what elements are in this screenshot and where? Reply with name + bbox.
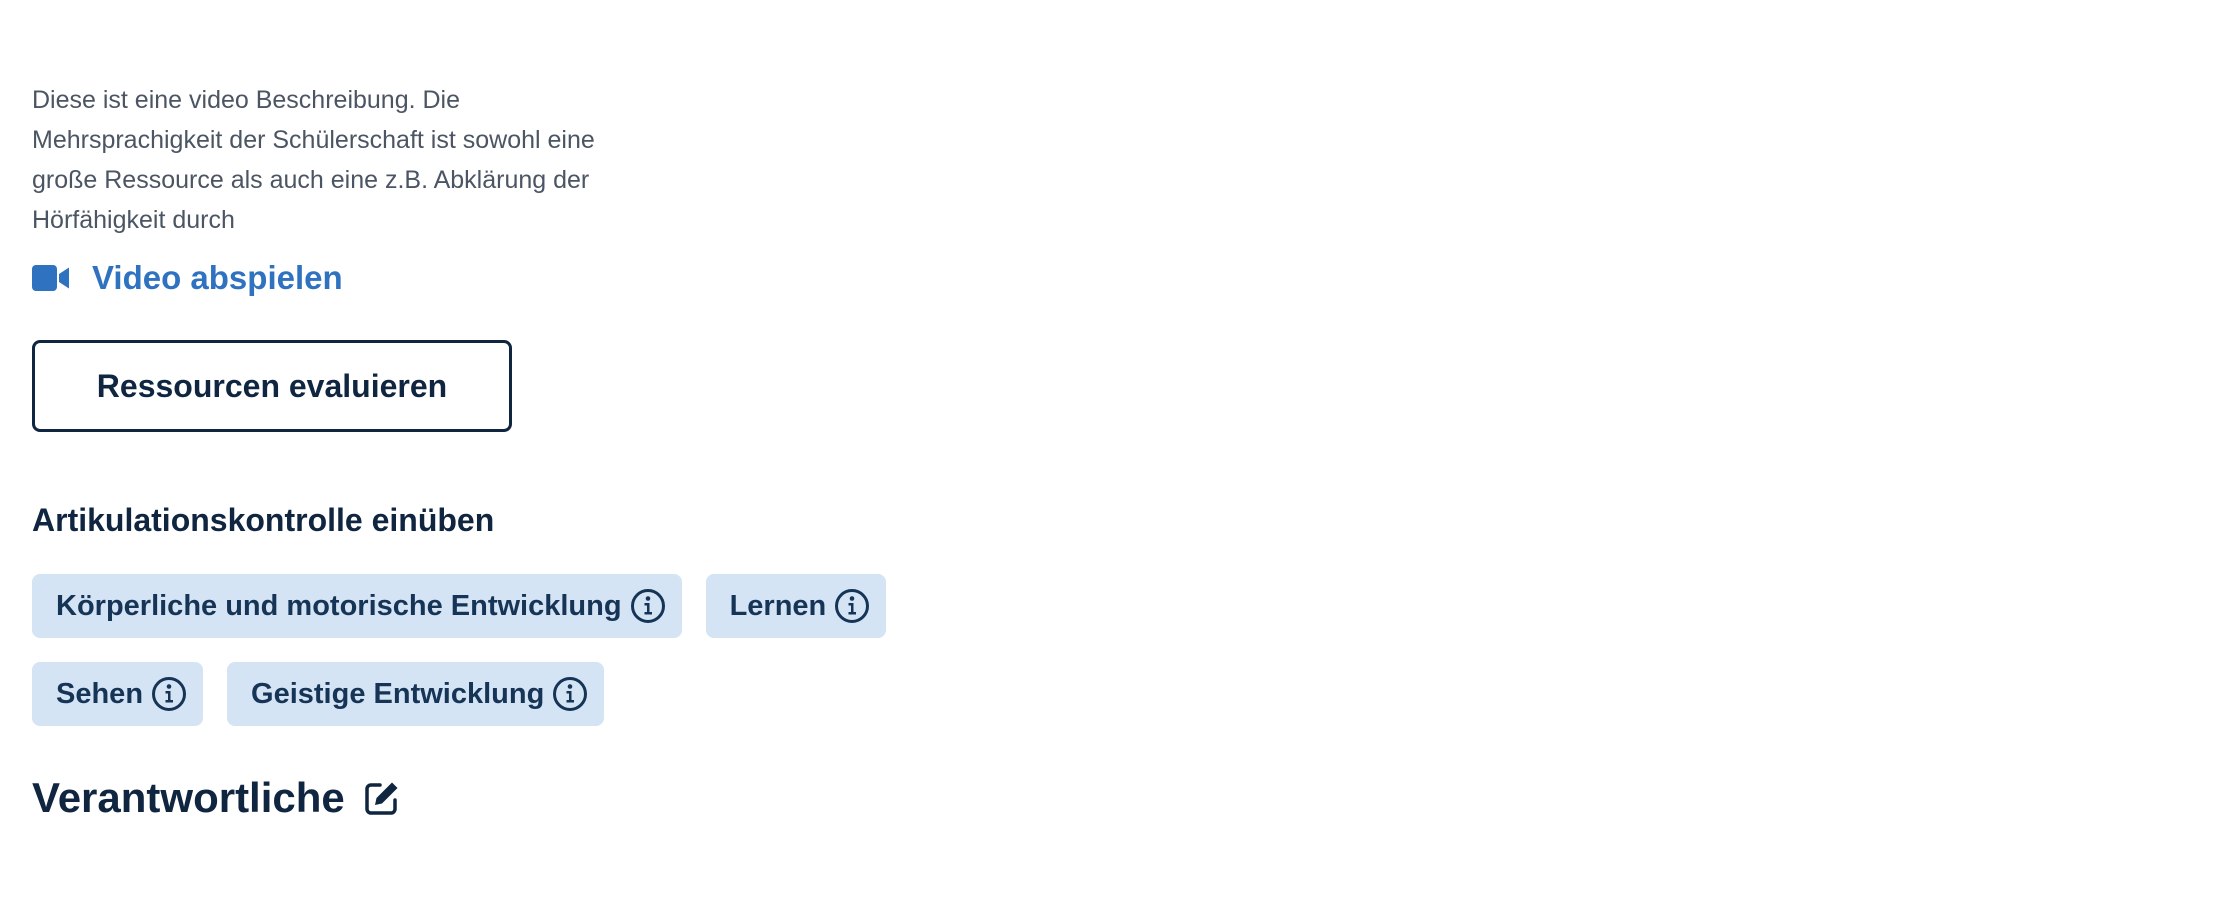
info-circle-icon[interactable] <box>151 676 187 712</box>
responsible-heading: Verantwortliche <box>32 774 345 821</box>
main-content: Diese ist eine video Beschreibung. Die M… <box>32 80 1432 824</box>
tag-geistige-entwicklung: Geistige Entwicklung <box>227 662 605 726</box>
tag-koerperliche-entwicklung: Körperliche und motorische Entwicklung <box>32 574 682 638</box>
info-circle-icon[interactable] <box>630 588 666 624</box>
tag-label: Geistige Entwicklung <box>251 677 545 710</box>
play-video-link[interactable]: Video abspielen <box>32 256 343 300</box>
tag-sehen: Sehen <box>32 662 204 726</box>
responsible-section: Verantwortliche <box>32 772 1432 824</box>
tag-label: Sehen <box>56 677 144 710</box>
tag-row: Körperliche und motorische Entwicklung L… <box>32 574 1432 638</box>
info-circle-icon[interactable] <box>552 676 588 712</box>
video-description: Diese ist eine video Beschreibung. Die M… <box>32 86 595 234</box>
tag-label: Lernen <box>729 589 827 622</box>
edit-icon[interactable] <box>363 779 401 817</box>
tag-lernen: Lernen <box>705 574 887 638</box>
evaluate-resources-button[interactable]: Ressourcen evaluieren <box>32 340 512 432</box>
info-circle-icon[interactable] <box>834 588 870 624</box>
tag-row: Sehen Geistige Entwicklung <box>32 662 1432 726</box>
tag-label: Körperliche und motorische Entwicklung <box>56 589 622 622</box>
section-heading: Artikulationskontrolle einüben <box>32 502 495 538</box>
play-video-label: Video abspielen <box>92 259 343 296</box>
video-camera-icon <box>32 265 70 291</box>
